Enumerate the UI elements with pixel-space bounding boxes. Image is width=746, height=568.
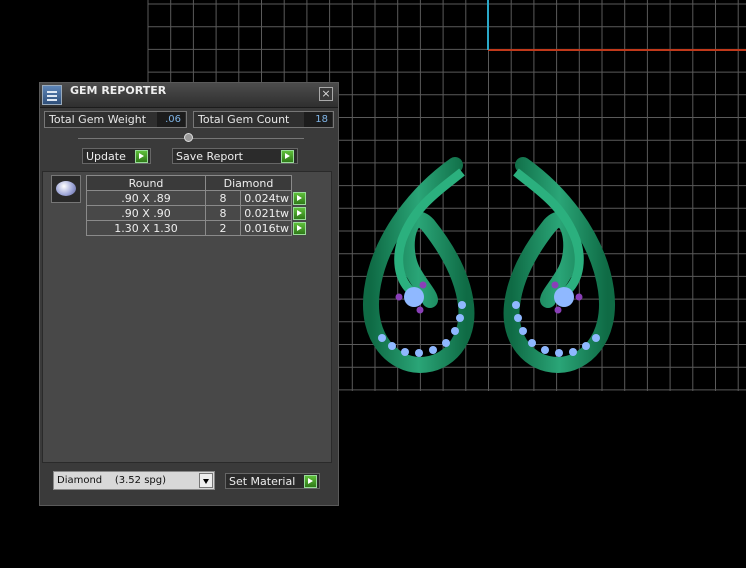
play-icon [304, 475, 317, 488]
gem-count: 8 [205, 190, 241, 206]
material-select-value: Diamond (3.52 spg) [57, 475, 167, 486]
header-round: Round [86, 175, 206, 191]
gem-count: 8 [205, 205, 241, 221]
select-row-icon[interactable] [293, 206, 306, 220]
table-header-row: Round Diamond [86, 175, 309, 191]
select-row-icon[interactable] [293, 191, 306, 205]
right-earring[interactable] [503, 157, 616, 374]
gem-size: .90 X .89 [86, 190, 206, 206]
panel-title: GEM REPORTER [70, 84, 167, 97]
set-material-button[interactable]: Set Material [225, 473, 320, 489]
material-select[interactable]: Diamond (3.52 spg) [53, 471, 215, 490]
total-gem-weight-field: Total Gem Weight .06 [44, 111, 187, 128]
total-gem-count-value: 18 [304, 112, 332, 127]
save-report-label: Save Report [176, 150, 243, 163]
left-earring[interactable] [362, 157, 475, 374]
close-button[interactable]: × [319, 87, 333, 101]
update-button[interactable]: Update [82, 148, 151, 164]
gem-weight: 0.021tw [240, 205, 292, 221]
gem-count: 2 [205, 220, 241, 236]
gem-reporter-app-icon [42, 85, 62, 105]
total-gem-weight-value: .06 [157, 112, 185, 127]
table-row[interactable]: 1.30 X 1.30 2 0.016tw [86, 220, 309, 236]
table-row[interactable]: .90 X .90 8 0.021tw [86, 205, 309, 221]
gem-size: .90 X .90 [86, 205, 206, 221]
total-gem-weight-label: Total Gem Weight [49, 113, 147, 126]
chevron-down-icon[interactable] [199, 473, 213, 488]
update-label: Update [86, 150, 126, 163]
select-row-icon[interactable] [293, 221, 306, 235]
gem-list: Round Diamond .90 X .89 8 0.024tw .90 X … [42, 171, 332, 463]
gem-reporter-panel: GEM REPORTER × Total Gem Weight .06 Tota… [39, 82, 339, 506]
panel-titlebar[interactable]: GEM REPORTER × [40, 83, 338, 108]
save-report-button[interactable]: Save Report [172, 148, 298, 164]
play-icon [135, 150, 148, 163]
gem-table: Round Diamond .90 X .89 8 0.024tw .90 X … [86, 175, 309, 236]
table-row[interactable]: .90 X .89 8 0.024tw [86, 190, 309, 206]
gem-weight: 0.024tw [240, 190, 292, 206]
gem-weight: 0.016tw [240, 220, 292, 236]
round-gem-icon[interactable] [51, 175, 81, 203]
total-gem-count-field: Total Gem Count 18 [193, 111, 334, 128]
set-material-label: Set Material [229, 475, 296, 488]
play-icon [281, 150, 294, 163]
slider-handle[interactable] [184, 133, 193, 142]
total-gem-count-label: Total Gem Count [198, 113, 290, 126]
gem-size: 1.30 X 1.30 [86, 220, 206, 236]
header-diamond: Diamond [205, 175, 292, 191]
